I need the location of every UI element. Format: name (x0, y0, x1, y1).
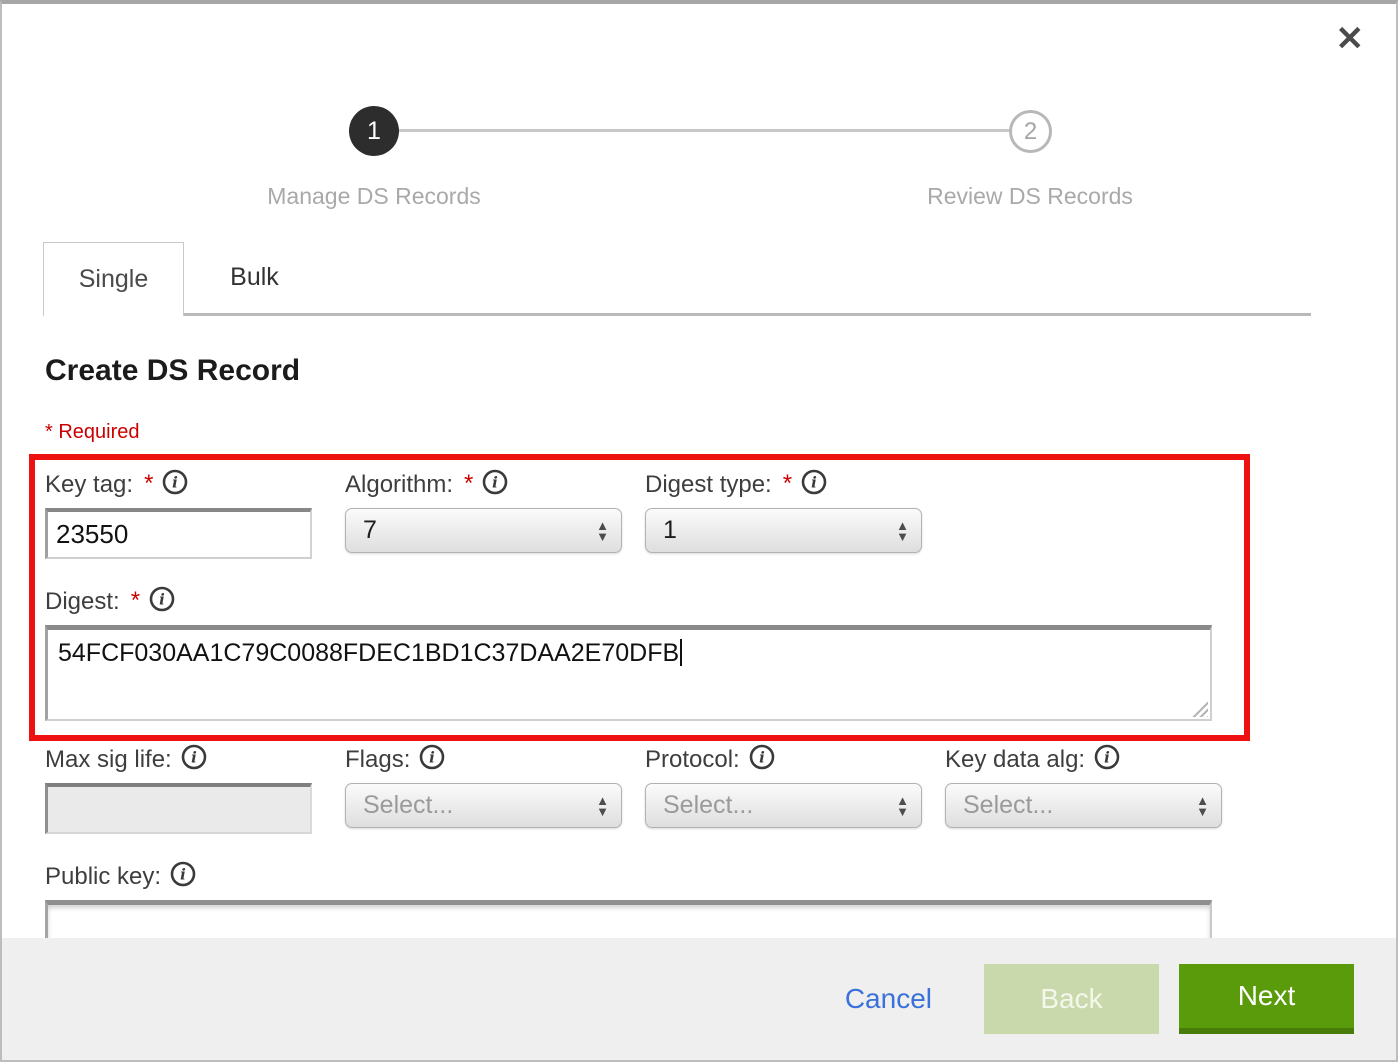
field-key-data-alg: Key data alg: i Select... ▲▼ (945, 745, 1222, 828)
stepper-step-2-number: 2 (1024, 118, 1037, 146)
stepper-step-1: 1 (349, 106, 399, 156)
stepper-step-2: 2 (1009, 110, 1052, 153)
svg-text:i: i (180, 865, 186, 883)
svg-text:i: i (173, 473, 179, 491)
key-data-alg-label-row: Key data alg: i (945, 745, 1222, 775)
spinner-arrows-icon: ▲▼ (896, 520, 909, 542)
digest-type-label: Digest type: (645, 471, 772, 499)
info-icon[interactable]: i (170, 861, 196, 894)
next-button[interactable]: Next (1179, 964, 1354, 1034)
tab-bulk-label: Bulk (230, 263, 279, 292)
required-asterisk: * (783, 470, 792, 498)
svg-text:i: i (1104, 748, 1110, 766)
public-key-label-row: Public key: i (45, 862, 1212, 892)
algorithm-select[interactable]: 7 ▲▼ (345, 508, 622, 553)
text-cursor (680, 639, 682, 666)
field-key-tag: Key tag: * i (45, 470, 312, 559)
svg-text:i: i (430, 748, 436, 766)
cancel-button[interactable]: Cancel (845, 983, 932, 1015)
max-sig-life-label: Max sig life: (45, 746, 172, 774)
spinner-arrows-icon: ▲▼ (896, 795, 909, 817)
required-asterisk: * (144, 470, 153, 498)
close-icon[interactable]: ✕ (1336, 22, 1365, 56)
protocol-label-row: Protocol: i (645, 745, 922, 775)
info-icon[interactable]: i (419, 744, 445, 777)
stepper-step-1-number: 1 (367, 117, 381, 146)
digest-type-select-value: 1 (663, 516, 896, 545)
info-icon[interactable]: i (181, 744, 207, 777)
key-tag-label-row: Key tag: * i (45, 470, 312, 500)
svg-text:i: i (191, 748, 197, 766)
svg-text:i: i (811, 473, 817, 491)
flags-select-value: Select... (363, 791, 596, 820)
required-asterisk: * (131, 587, 140, 615)
public-key-textarea[interactable] (45, 900, 1212, 942)
key-tag-input[interactable] (45, 508, 312, 559)
algorithm-label-row: Algorithm: * i (345, 470, 622, 500)
digest-textarea[interactable]: 54FCF030AA1C79C0088FDEC1BD1C37DAA2E70DFB (45, 625, 1212, 721)
key-data-alg-label: Key data alg: (945, 746, 1085, 774)
algorithm-select-value: 7 (363, 516, 596, 545)
required-note: * Required (45, 421, 140, 444)
stepper-step-2-label: Review DS Records (927, 183, 1133, 210)
field-public-key: Public key: i (45, 862, 1212, 942)
key-tag-label: Key tag: (45, 471, 133, 499)
info-icon[interactable]: i (1094, 744, 1120, 777)
back-button: Back (984, 964, 1159, 1034)
create-ds-record-modal: ✕ 1 2 Manage DS Records Review DS Record… (0, 0, 1398, 1062)
field-protocol: Protocol: i Select... ▲▼ (645, 745, 922, 828)
svg-text:i: i (493, 473, 499, 491)
public-key-clip (45, 900, 1212, 942)
stepper-step-1-label: Manage DS Records (267, 183, 481, 210)
max-sig-life-input (45, 783, 312, 834)
page-title: Create DS Record (45, 354, 300, 388)
protocol-select[interactable]: Select... ▲▼ (645, 783, 922, 828)
field-algorithm: Algorithm: * i 7 ▲▼ (345, 470, 622, 553)
info-icon[interactable]: i (801, 469, 827, 502)
protocol-label: Protocol: (645, 746, 740, 774)
public-key-label: Public key: (45, 863, 161, 891)
field-digest-type: Digest type: * i 1 ▲▼ (645, 470, 922, 553)
flags-label-row: Flags: i (345, 745, 622, 775)
digest-textarea-value: 54FCF030AA1C79C0088FDEC1BD1C37DAA2E70DFB (58, 639, 679, 667)
flags-label: Flags: (345, 746, 410, 774)
spinner-arrows-icon: ▲▼ (596, 520, 609, 542)
svg-text:i: i (159, 590, 165, 608)
info-icon[interactable]: i (149, 586, 175, 619)
field-flags: Flags: i Select... ▲▼ (345, 745, 622, 828)
tab-single[interactable]: Single (43, 242, 184, 316)
svg-text:i: i (759, 748, 765, 766)
digest-label: Digest: (45, 588, 120, 616)
field-digest: Digest: * i 54FCF030AA1C79C0088FDEC1BD1C… (45, 587, 1212, 721)
protocol-select-value: Select... (663, 791, 896, 820)
spinner-arrows-icon: ▲▼ (1196, 795, 1209, 817)
resize-handle-icon[interactable] (1191, 700, 1208, 717)
field-max-sig-life: Max sig life: i (45, 745, 312, 834)
key-data-alg-select[interactable]: Select... ▲▼ (945, 783, 1222, 828)
info-icon[interactable]: i (749, 744, 775, 777)
algorithm-label: Algorithm: (345, 471, 453, 499)
info-icon[interactable]: i (482, 469, 508, 502)
info-icon[interactable]: i (162, 469, 188, 502)
flags-select[interactable]: Select... ▲▼ (345, 783, 622, 828)
spinner-arrows-icon: ▲▼ (596, 795, 609, 817)
digest-type-label-row: Digest type: * i (645, 470, 922, 500)
digest-type-select[interactable]: 1 ▲▼ (645, 508, 922, 553)
stepper-connector-line (399, 129, 1009, 132)
max-sig-life-label-row: Max sig life: i (45, 745, 312, 775)
digest-label-row: Digest: * i (45, 587, 1212, 617)
required-asterisk: * (464, 470, 473, 498)
modal-footer: Cancel Back Next (2, 938, 1396, 1060)
tab-single-label: Single (79, 265, 149, 294)
key-data-alg-select-value: Select... (963, 791, 1196, 820)
tab-bulk[interactable]: Bulk (184, 242, 325, 313)
tab-bar: Single Bulk (43, 242, 1311, 316)
